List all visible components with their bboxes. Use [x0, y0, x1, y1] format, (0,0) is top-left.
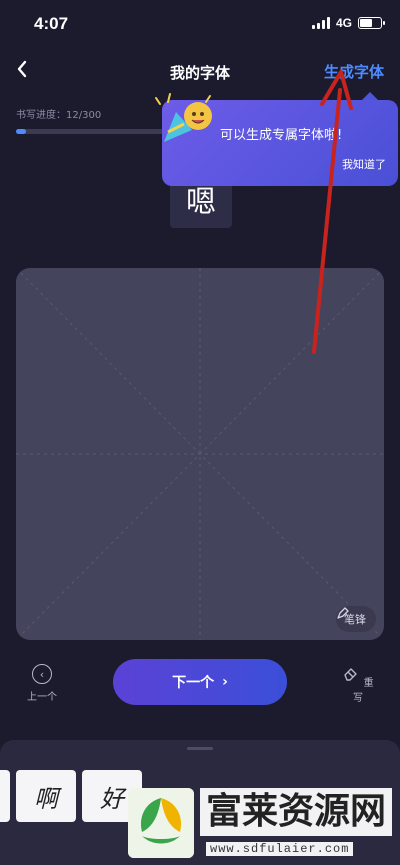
prev-icon: ‹: [32, 664, 52, 684]
nav-bar: 我的字体 生成字体: [0, 48, 400, 92]
status-indicators: 4G: [311, 16, 385, 30]
brush-icon: [337, 607, 349, 619]
chevron-right-icon: ›: [222, 674, 228, 690]
party-mascot-icon: [155, 93, 212, 142]
previous-label: 上一个: [27, 692, 57, 703]
rewrite-button[interactable]: 重写: [338, 664, 378, 704]
next-label: 下一个: [172, 675, 215, 691]
tooltip-message: 可以生成专属字体啦!: [220, 128, 343, 143]
glyph-card-partial[interactable]: [0, 770, 10, 822]
glyph-list: 啊 好: [0, 770, 142, 822]
watermark: 富莱资源网 www.sdfulaier.com: [128, 776, 400, 865]
watermark-url: www.sdfulaier.com: [206, 842, 354, 856]
generate-font-button[interactable]: 生成字体: [324, 61, 384, 82]
status-bar: 4:07 4G: [0, 0, 400, 44]
network-type: 4G: [335, 16, 352, 30]
next-button[interactable]: 下一个 ›: [113, 659, 287, 705]
signal-icon: [311, 17, 330, 29]
status-time: 4:07: [34, 14, 69, 33]
drag-handle[interactable]: [187, 747, 213, 750]
writing-canvas[interactable]: 笔锋: [16, 268, 384, 640]
battery-icon: [358, 17, 385, 29]
eraser-icon: [344, 668, 358, 681]
watermark-logo: [128, 788, 194, 858]
progress-label: 书写进度：12/300: [16, 110, 102, 121]
brush-style-button[interactable]: 笔锋: [336, 606, 376, 632]
glyph-card[interactable]: 啊: [16, 770, 76, 822]
watermark-text: 富莱资源网: [200, 788, 393, 836]
canvas-guides: [16, 268, 384, 640]
tooltip-dismiss-button[interactable]: 我知道了: [342, 156, 386, 172]
progress-fill: [16, 129, 26, 134]
previous-button[interactable]: ‹ 上一个: [22, 664, 62, 703]
